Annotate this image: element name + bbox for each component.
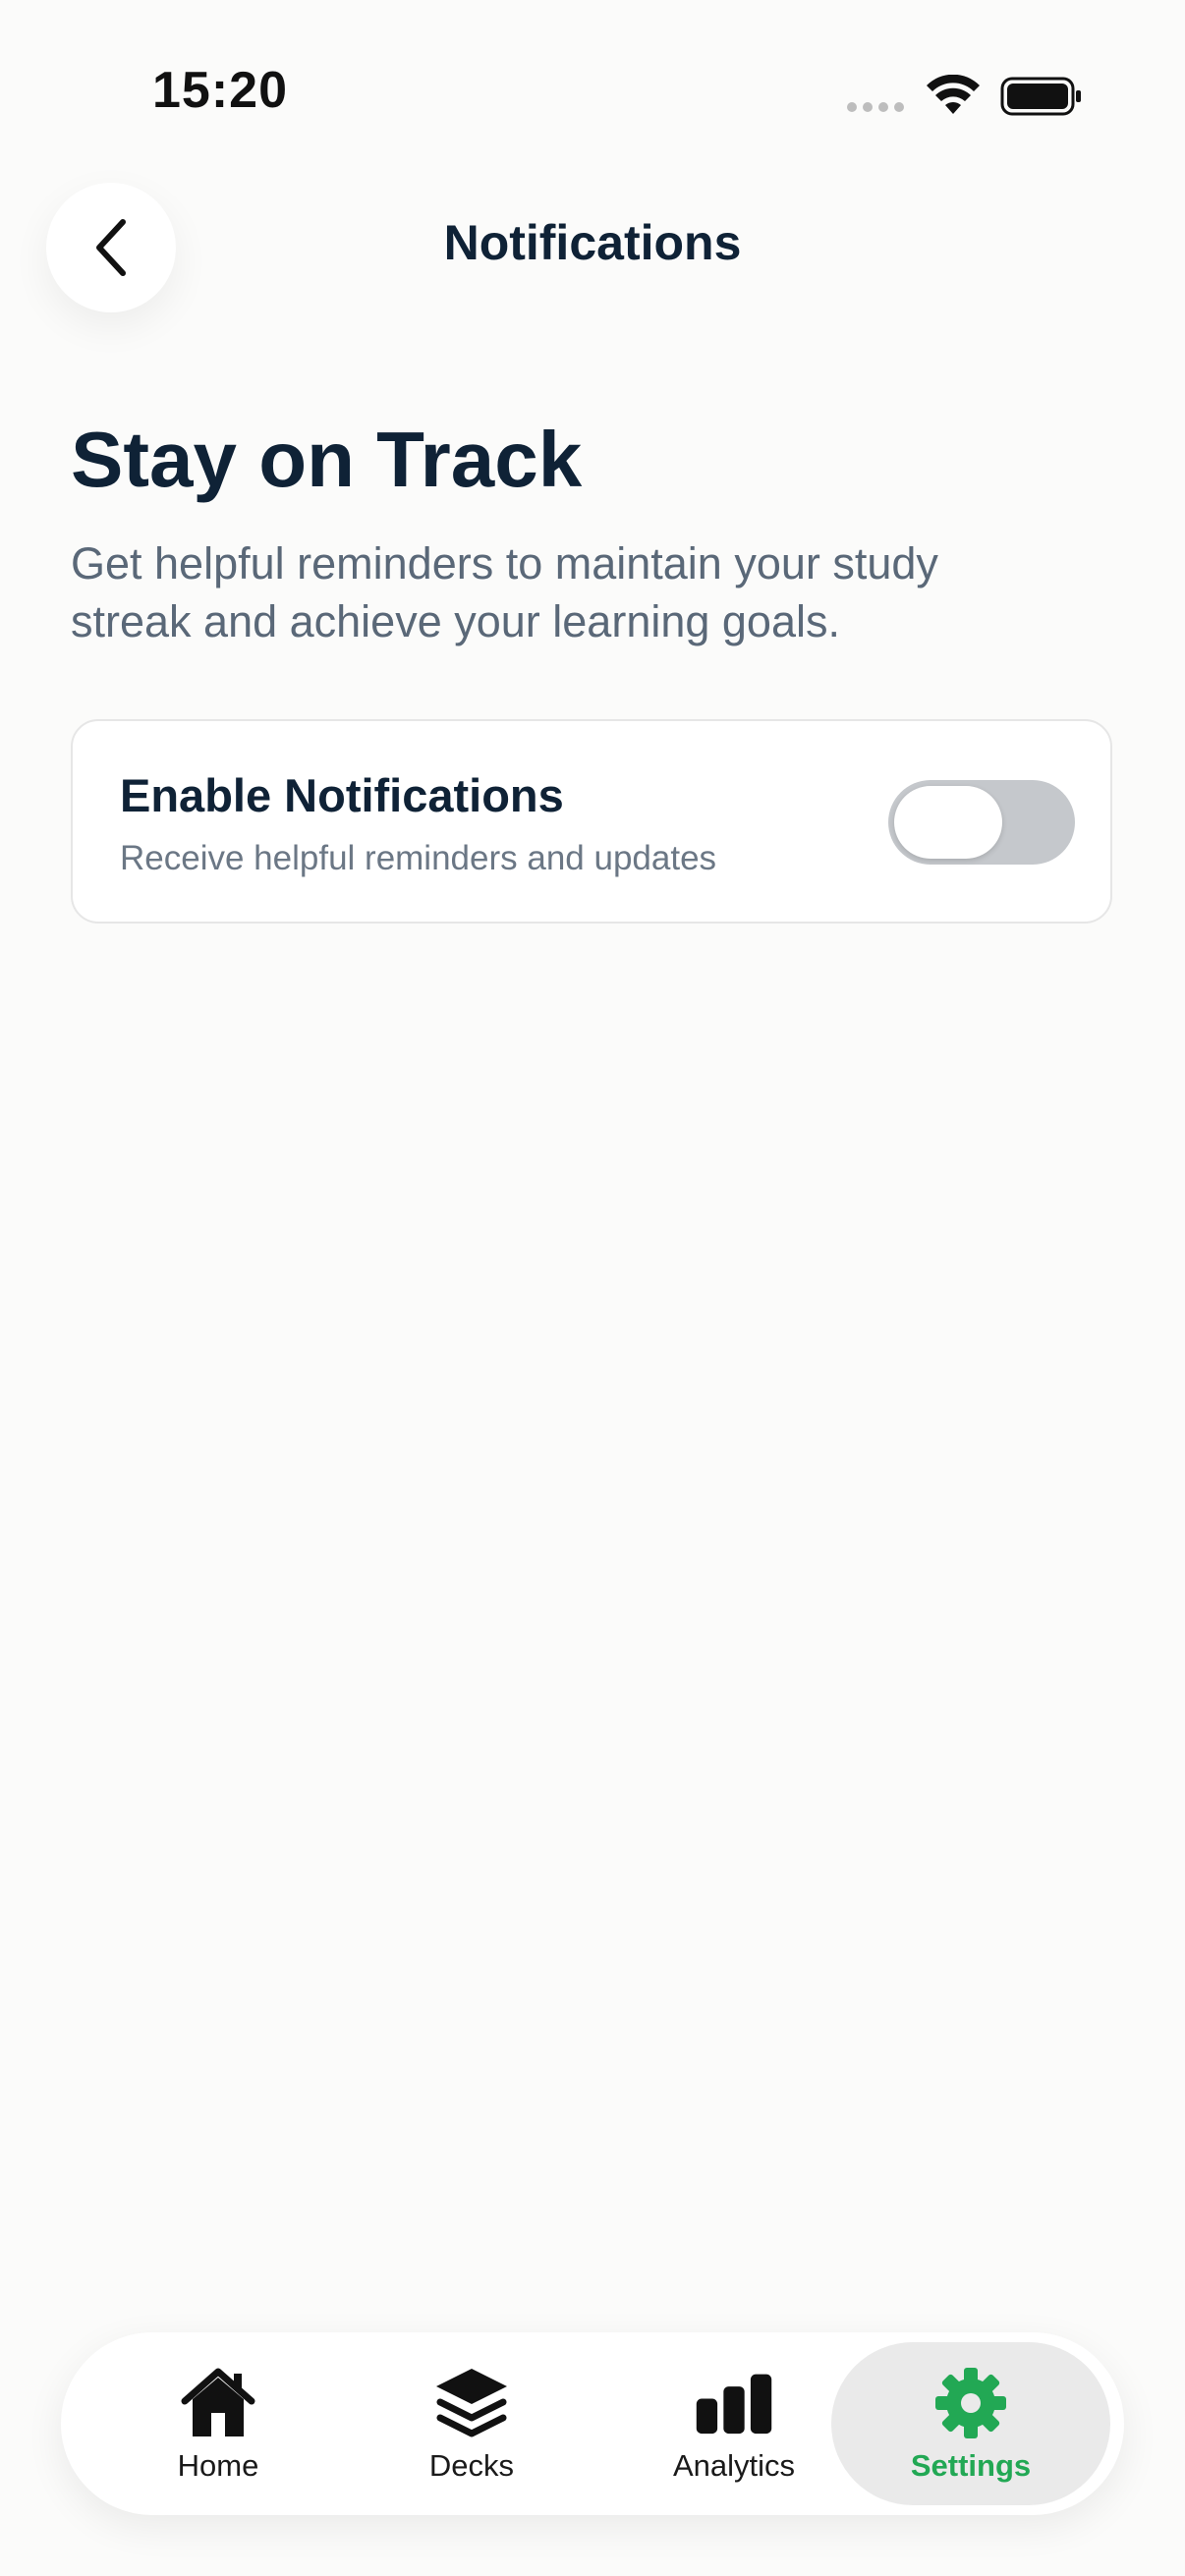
- cellular-signal-icon: [847, 102, 904, 112]
- toggle-knob: [894, 786, 1002, 859]
- tab-settings-label: Settings: [910, 2448, 1032, 2483]
- enable-notifications-card: Enable Notifications Receive helpful rem…: [71, 719, 1112, 924]
- battery-icon: [1000, 77, 1081, 116]
- status-time: 15:20: [152, 62, 288, 119]
- tab-analytics-label: Analytics: [672, 2448, 796, 2483]
- tab-decks[interactable]: Decks: [373, 2342, 570, 2505]
- tab-home[interactable]: Home: [120, 2342, 316, 2505]
- status-bar: 15:20: [0, 0, 1185, 157]
- house-icon: [179, 2364, 257, 2442]
- hero-heading: Stay on Track: [71, 416, 583, 503]
- stack-icon: [432, 2364, 511, 2442]
- tab-bar: Home Decks Analytics Settings: [61, 2332, 1124, 2515]
- enable-notifications-toggle[interactable]: [888, 780, 1075, 865]
- enable-notifications-description: Receive helpful reminders and updates: [120, 839, 717, 877]
- page-title: Notifications: [443, 215, 742, 270]
- bar-chart-icon: [695, 2364, 773, 2442]
- wifi-icon: [927, 75, 980, 114]
- tab-settings[interactable]: Settings: [831, 2342, 1110, 2505]
- hero-subtitle: Get helpful reminders to maintain your s…: [71, 538, 938, 646]
- tab-decks-label: Decks: [428, 2448, 515, 2483]
- tab-home-label: Home: [177, 2448, 259, 2483]
- gear-icon: [931, 2364, 1010, 2442]
- enable-notifications-title: Enable Notifications: [120, 769, 564, 821]
- tab-analytics[interactable]: Analytics: [621, 2342, 847, 2505]
